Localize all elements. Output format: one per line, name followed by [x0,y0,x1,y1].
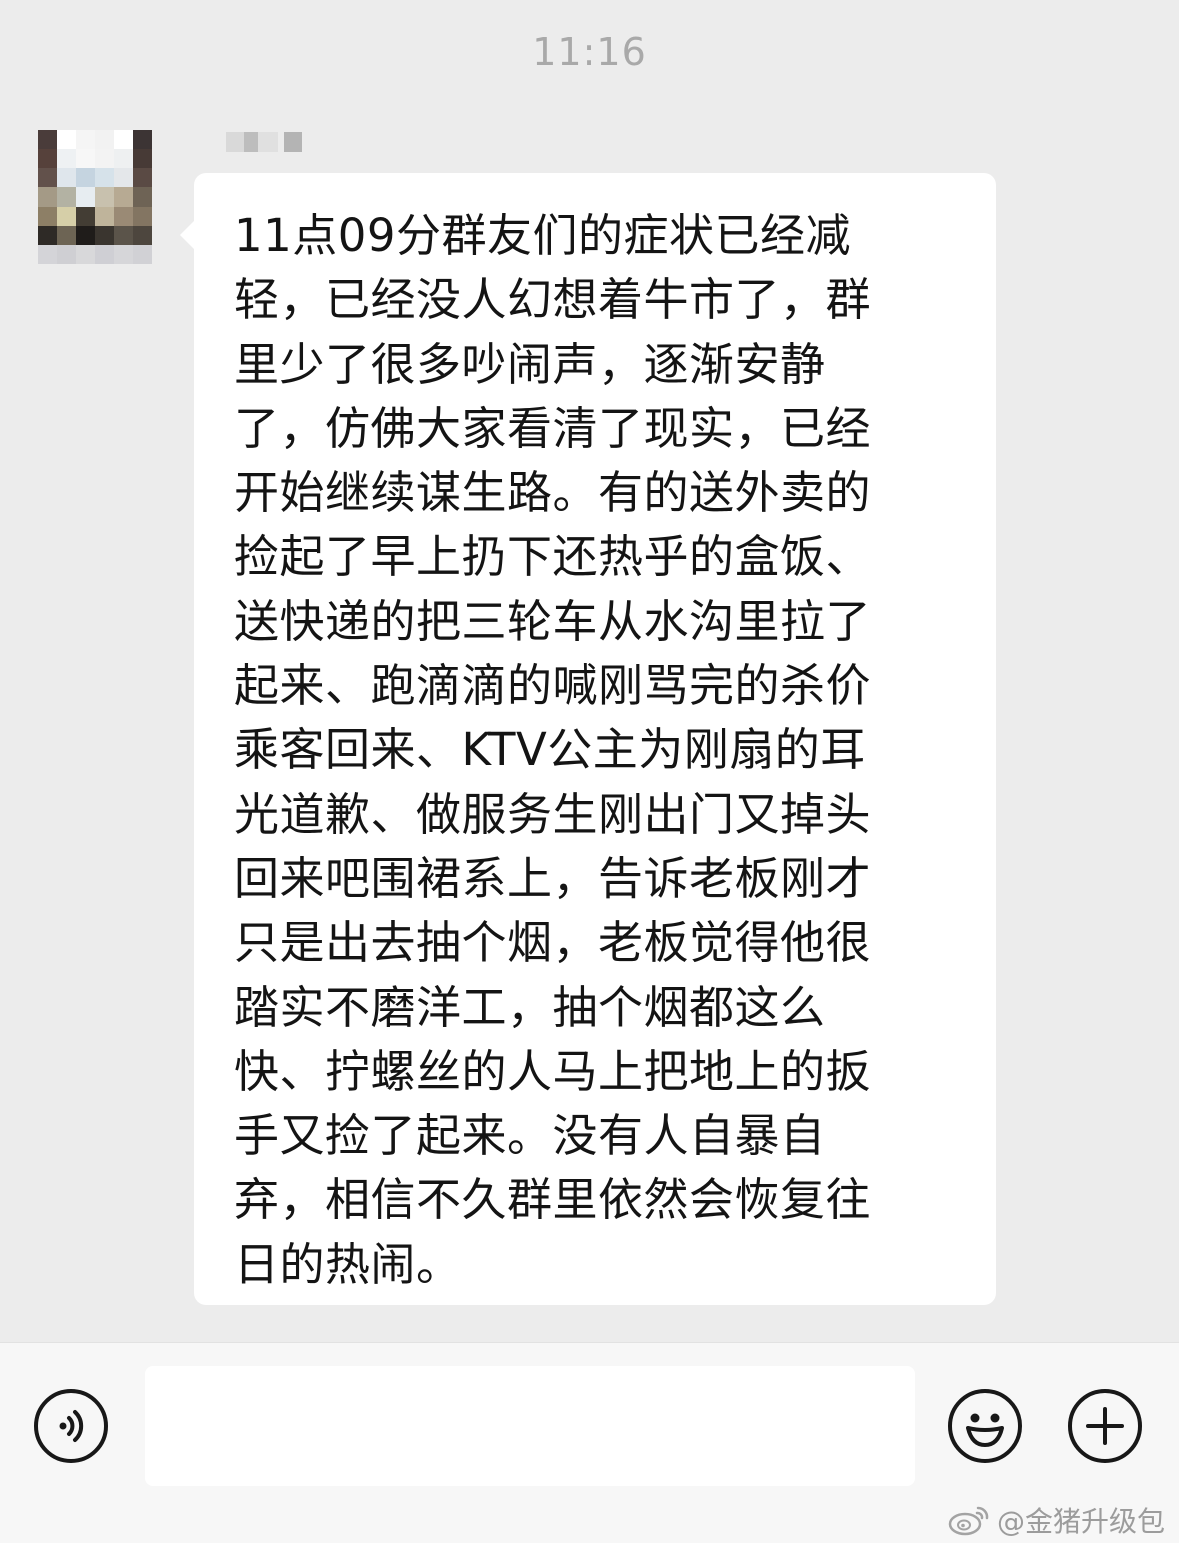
avatar-pixel [133,149,152,169]
message-text: 11点09分群友们的症状已经减 轻，已经没人幻想着牛市了，群 里少了很多吵闹声，… [234,209,872,1291]
voice-icon [59,1410,84,1442]
avatar-pixel [95,225,114,245]
avatar-pixel [114,130,133,150]
avatar-pixel [38,187,57,207]
emoji-button[interactable] [948,1389,1022,1463]
avatar-pixel [38,130,57,150]
avatar-pixel [57,130,76,150]
avatar-pixel [76,244,95,264]
message-timestamp: 11:16 [532,30,647,74]
plus-button[interactable] [1068,1389,1142,1463]
avatar-pixel [57,168,76,188]
avatar-pixel [57,149,76,169]
avatar-pixel [133,206,152,226]
avatar-pixel [76,168,95,188]
avatar-pixel [133,130,152,150]
avatar-pixel [76,206,95,226]
smiley-face-icon [966,1413,1004,1447]
weibo-logo-icon [948,1506,989,1536]
avatar-pixel [114,187,133,207]
avatar-pixel [38,206,57,226]
sender-name-blurred [226,132,306,152]
avatar-pixel [133,168,152,188]
avatar-pixel [38,168,57,188]
avatar-pixel [95,244,114,264]
voice-button[interactable] [34,1389,108,1463]
avatar-pixel [133,244,152,264]
avatar-pixel [57,206,76,226]
avatar-pixel [95,130,114,150]
avatar-pixel [57,225,76,245]
avatar-pixel [38,149,57,169]
plus-icon [1086,1407,1124,1445]
avatar-pixel [133,187,152,207]
avatar-pixel [133,225,152,245]
avatar-pixel [76,225,95,245]
avatar-pixel [114,225,133,245]
avatar-pixel [57,187,76,207]
avatar-pixel [95,187,114,207]
watermark-text: @金猪升级包 [996,1505,1165,1538]
avatar-pixel [95,168,114,188]
avatar-pixel [114,149,133,169]
avatar-pixel [57,244,76,264]
weibo-watermark: @金猪升级包 [947,1502,1165,1538]
avatar-pixel [76,187,95,207]
message-bubble[interactable]: 11点09分群友们的症状已经减 轻，已经没人幻想着牛市了，群 里少了很多吵闹声，… [180,173,996,1305]
message-input[interactable] [145,1366,915,1486]
avatar-pixel [95,206,114,226]
avatar-pixel [38,244,57,264]
avatar-pixel [76,149,95,169]
avatar-pixel [114,206,133,226]
sender-avatar[interactable] [38,130,152,264]
avatar-pixel [114,168,133,188]
avatar-pixel [114,244,133,264]
avatar-pixel [38,225,57,245]
avatar-pixel [95,149,114,169]
avatar-pixel [76,130,95,150]
